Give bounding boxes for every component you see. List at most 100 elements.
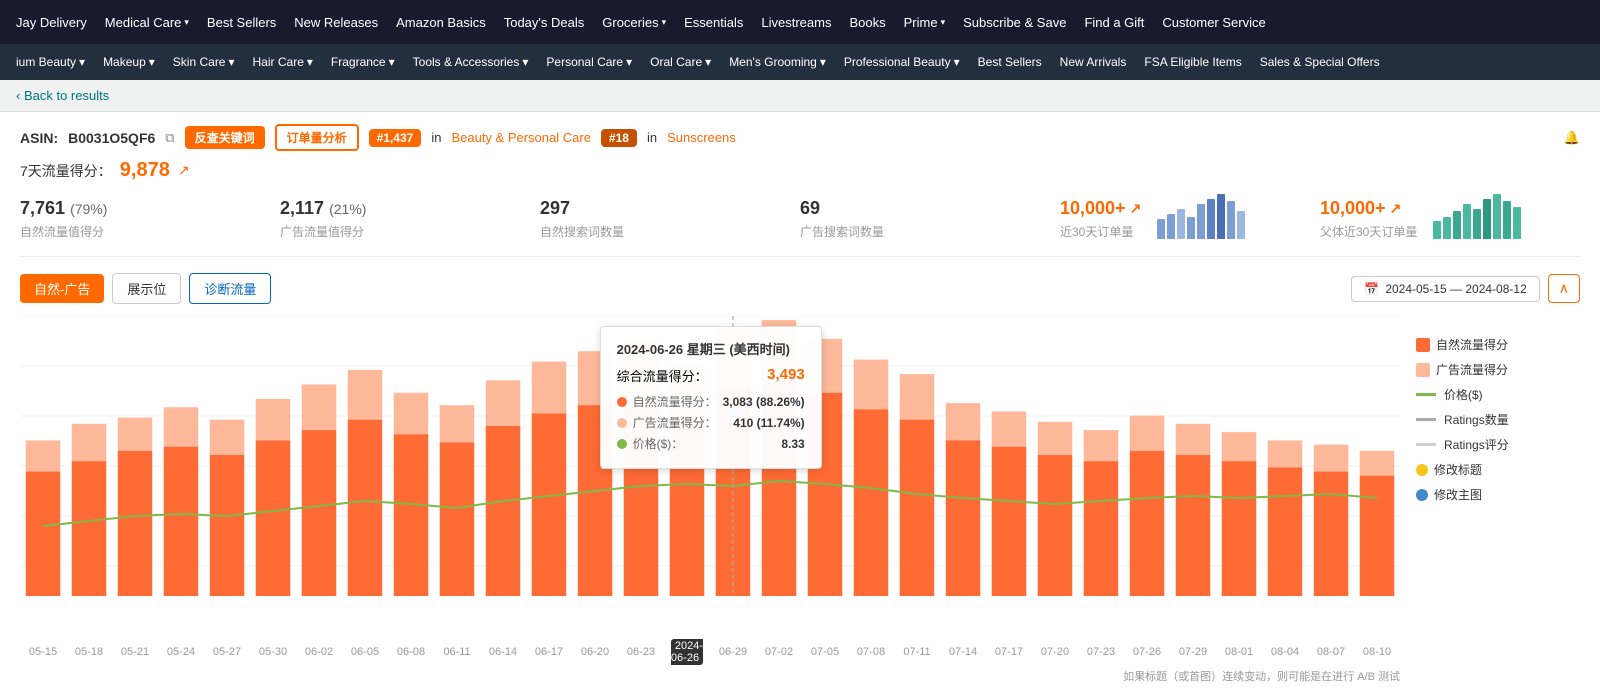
- chevron-down-icon: ▾: [228, 55, 234, 69]
- tab-organic-ad[interactable]: 自然-广告: [20, 274, 104, 303]
- metric-organic-traffic: 7,761 (79%) 自然流量值得分: [20, 198, 280, 240]
- tooltip-dot-price: [617, 439, 627, 449]
- back-to-results[interactable]: ‹ Back to results: [0, 80, 1600, 112]
- x-label-16: 07-02: [756, 646, 802, 658]
- metric-value-1: 7,761 (79%): [20, 198, 264, 219]
- legend-color-ad: [1416, 363, 1430, 377]
- tooltip-total-value: 3,493: [767, 366, 805, 385]
- tab-diagnose-traffic[interactable]: 诊断流量: [189, 273, 271, 304]
- x-label-10: 06-14: [480, 646, 526, 658]
- settings-icon[interactable]: 🔔: [1564, 130, 1580, 146]
- subnav-tools-accessories[interactable]: Tools & Accessories ▾: [405, 44, 537, 80]
- subnav-fragrance[interactable]: Fragrance ▾: [323, 44, 403, 80]
- nav-todays-deals[interactable]: Today's Deals: [496, 0, 593, 44]
- subnav-oral-care[interactable]: Oral Care ▾: [642, 44, 719, 80]
- subnav-fsa[interactable]: FSA Eligible Items: [1136, 44, 1249, 80]
- asin-value: B0031O5QF6: [68, 130, 155, 146]
- collapse-button[interactable]: ∧: [1548, 274, 1580, 303]
- x-label-24: 07-26: [1124, 646, 1170, 658]
- metric-value-3: 297: [540, 198, 784, 219]
- x-label-12: 06-20: [572, 646, 618, 658]
- subnav-makeup[interactable]: Makeup ▾: [95, 44, 163, 80]
- nav-customer-service[interactable]: Customer Service: [1154, 0, 1273, 44]
- traffic-score-row: 7天流量得分： 9,878 ↗: [20, 159, 1580, 182]
- x-label-3: 05-24: [158, 646, 204, 658]
- x-axis: 05-1505-1805-2105-2405-2705-3006-0206-05…: [20, 640, 1400, 664]
- x-label-28: 08-07: [1308, 646, 1354, 658]
- traffic-score-label: 7天流量得分：: [20, 161, 112, 181]
- rank-badge-1: #1,437: [369, 129, 422, 147]
- subnav-personal-care[interactable]: Personal Care ▾: [538, 44, 640, 80]
- rank-in-label-1: in: [431, 130, 441, 145]
- nav-amazon-basics[interactable]: Amazon Basics: [388, 0, 494, 44]
- metric-ad-traffic: 2,117 (21%) 广告流量值得分: [280, 198, 540, 240]
- chevron-down-icon: ▾: [941, 17, 946, 28]
- trend-up-icon: ↗: [178, 162, 190, 179]
- legend-ratings-count: Ratings数量: [1416, 411, 1560, 428]
- legend-image-change: 修改主图: [1416, 486, 1560, 503]
- subnav-hair-care[interactable]: Hair Care ▾: [245, 44, 321, 80]
- nav-essentials[interactable]: Essentials: [676, 0, 751, 44]
- x-label-1: 05-18: [66, 646, 112, 658]
- nav-new-releases[interactable]: New Releases: [286, 0, 386, 44]
- x-label-26: 08-01: [1216, 646, 1262, 658]
- legend-ratings-score: Ratings评分: [1416, 436, 1560, 453]
- chevron-down-icon: ▾: [184, 17, 189, 28]
- chevron-down-icon: ▾: [705, 55, 711, 69]
- nav-medical-care[interactable]: Medical Care ▾: [97, 0, 197, 44]
- x-label-22: 07-20: [1032, 646, 1078, 658]
- rank-badge-2: #18: [601, 129, 637, 147]
- x-label-14: 2024-06-26: [664, 640, 710, 664]
- nav-books[interactable]: Books: [841, 0, 893, 44]
- nav-find-gift[interactable]: Find a Gift: [1076, 0, 1152, 44]
- metric-ad-keywords: 69 广告搜索词数量: [800, 198, 1060, 240]
- category-link-2[interactable]: Sunscreens: [667, 130, 736, 145]
- copy-icon[interactable]: ⧉: [165, 130, 174, 146]
- x-label-17: 07-05: [802, 646, 848, 658]
- nav-subscribe-save[interactable]: Subscribe & Save: [955, 0, 1074, 44]
- nav-prime[interactable]: Prime ▾: [896, 0, 953, 44]
- subnav-sales[interactable]: Sales & Special Offers: [1252, 44, 1388, 80]
- subnav-best-sellers[interactable]: Best Sellers: [970, 44, 1050, 80]
- legend-line-price: [1416, 393, 1436, 396]
- subnav-new-arrivals[interactable]: New Arrivals: [1052, 44, 1135, 80]
- tooltip-dot-organic: [617, 397, 627, 407]
- nav-best-sellers[interactable]: Best Sellers: [199, 0, 284, 44]
- legend-organic: 自然流量得分: [1416, 336, 1560, 353]
- order-analysis-button[interactable]: 订单量分析: [275, 124, 359, 151]
- asin-label: ASIN:: [20, 130, 58, 146]
- metric-label-5: 近30天订单量: [1060, 223, 1141, 240]
- chart-legend: 自然流量得分 广告流量得分 价格($) Ratings数量 Ratings评分 …: [1400, 316, 1560, 636]
- legend-color-organic: [1416, 338, 1430, 352]
- x-label-11: 06-17: [526, 646, 572, 658]
- metric-value-5: 10,000+ ↗: [1060, 198, 1141, 219]
- tab-display-position[interactable]: 展示位: [112, 273, 181, 304]
- metric-value-2: 2,117 (21%): [280, 198, 524, 219]
- x-label-4: 05-27: [204, 646, 250, 658]
- date-range-picker[interactable]: 📅 2024-05-15 — 2024-08-12: [1351, 276, 1539, 302]
- x-label-9: 06-11: [434, 646, 480, 658]
- metric-label-3: 自然搜索词数量: [540, 223, 784, 240]
- traffic-score-value: 9,878: [120, 159, 170, 182]
- subnav-premium-beauty[interactable]: ium Beauty ▾: [8, 44, 93, 80]
- x-label-23: 07-23: [1078, 646, 1124, 658]
- metric-label-6: 父体近30天订单量: [1320, 223, 1417, 240]
- subnav-mens-grooming[interactable]: Men's Grooming ▾: [721, 44, 834, 80]
- chart-section: 2024-06-26 星期三 (美西时间) 综合流量得分： 3,493 自然流量…: [20, 316, 1580, 636]
- calendar-icon: 📅: [1364, 282, 1379, 296]
- tooltip-total-label: 综合流量得分：: [617, 366, 708, 385]
- nav-groceries[interactable]: Groceries ▾: [594, 0, 674, 44]
- category-link-1[interactable]: Beauty & Personal Care: [451, 130, 590, 145]
- subnav-skin-care[interactable]: Skin Care ▾: [165, 44, 243, 80]
- subnav-professional-beauty[interactable]: Professional Beauty ▾: [836, 44, 968, 80]
- reverse-keywords-button[interactable]: 反查关键词: [185, 126, 265, 149]
- nav-livestreams[interactable]: Livestreams: [753, 0, 839, 44]
- chevron-down-icon: ▾: [307, 55, 313, 69]
- chevron-down-icon: ▾: [389, 55, 395, 69]
- main-content: ASIN: B0031O5QF6 ⧉ 反查关键词 订单量分析 #1,437 in…: [0, 112, 1600, 696]
- chart-area: 2024-06-26 星期三 (美西时间) 综合流量得分： 3,493 自然流量…: [20, 316, 1400, 636]
- legend-label-title: 修改标题: [1434, 461, 1482, 478]
- nav-jay-delivery[interactable]: Jay Delivery: [8, 0, 95, 44]
- tooltip-label-organic: 自然流量得分：: [633, 393, 717, 410]
- x-label-6: 06-02: [296, 646, 342, 658]
